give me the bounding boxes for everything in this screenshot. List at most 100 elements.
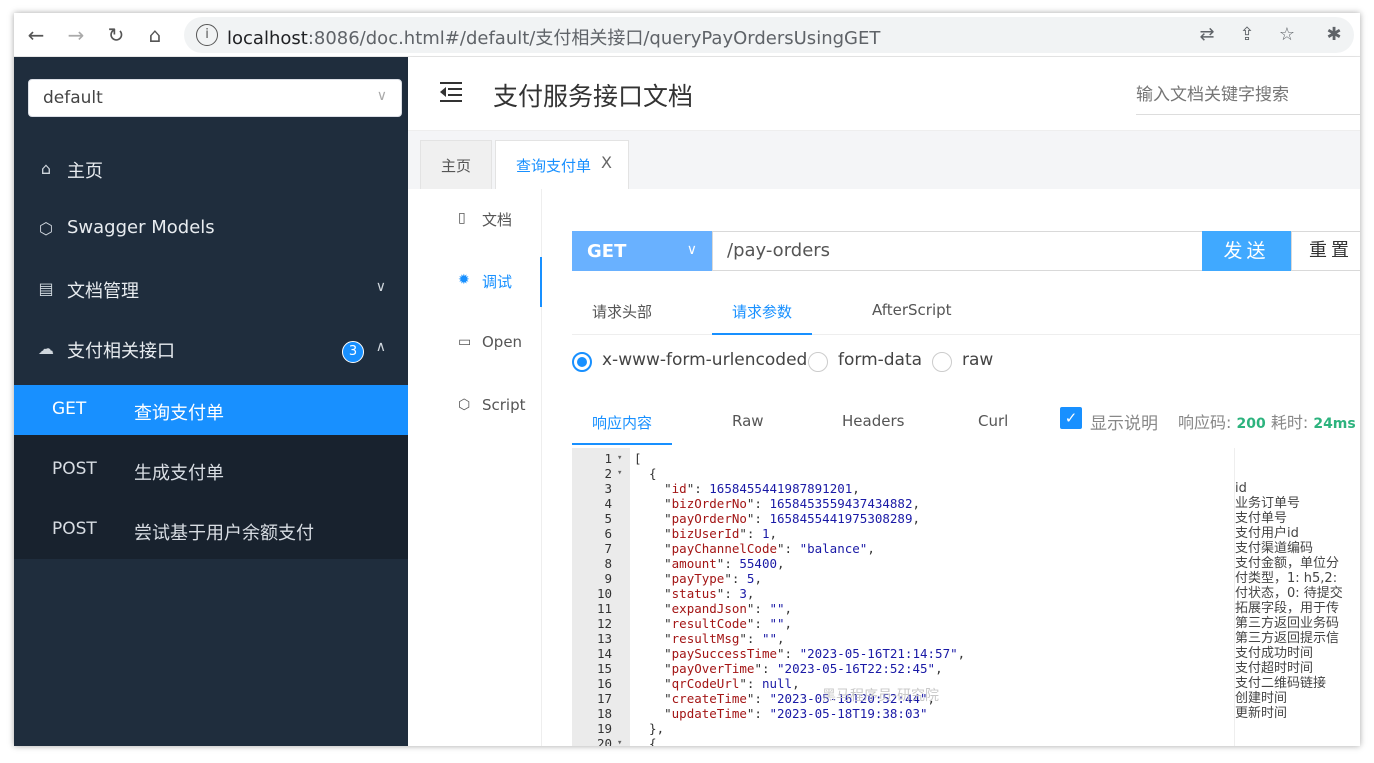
sidebar-item-pay-api[interactable]: ☁ 支付相关接口 3 ∧ bbox=[14, 319, 408, 379]
json-key: bizOrderNo bbox=[671, 496, 747, 511]
description-column: id 业务订单号 支付单号 支付用户id 支付渠道编码 支付金额，单位分 付类型，1: h5… bbox=[1234, 448, 1360, 746]
reload-icon[interactable]: ↻ bbox=[102, 21, 130, 49]
tab-afterscript[interactable]: AfterScript bbox=[852, 287, 972, 335]
sidebar-item-doc-manage[interactable]: ▤ 文档管理 ∨ bbox=[14, 259, 408, 319]
json-key: bizUserId bbox=[671, 526, 740, 541]
chevron-down-icon: ∨ bbox=[376, 88, 387, 104]
open-doc-icon: ▭ bbox=[458, 334, 472, 350]
search-input[interactable] bbox=[1136, 77, 1360, 113]
tab-curl[interactable]: Curl bbox=[958, 397, 1038, 445]
vtab-open[interactable]: ▭ Open bbox=[408, 319, 542, 369]
extensions-icon[interactable]: ✱ bbox=[1322, 23, 1346, 47]
sidebar-item-home[interactable]: ⌂ 主页 bbox=[14, 139, 408, 199]
chevron-down-icon: ∨ bbox=[686, 242, 697, 258]
fold-toggle-icon[interactable]: ▾ bbox=[617, 466, 622, 481]
http-method: POST bbox=[52, 459, 97, 479]
radio-circle bbox=[572, 352, 592, 372]
home-icon[interactable]: ⌂ bbox=[141, 21, 169, 49]
info-icon[interactable]: i bbox=[196, 24, 218, 46]
code-line: }, bbox=[634, 721, 664, 736]
code-line: "payChannelCode": "balance", bbox=[634, 541, 875, 556]
address-bar[interactable]: i localhost:8086/doc.html#/default/支付相关接… bbox=[184, 17, 1354, 53]
code-line: "bizUserId": 1, bbox=[634, 526, 778, 541]
line-number: 17 bbox=[596, 691, 612, 706]
tab-raw[interactable]: Raw bbox=[712, 397, 792, 445]
tab-label: Curl bbox=[978, 412, 1009, 430]
field-description: 支付超时时间 bbox=[1235, 661, 1314, 676]
tab-request-params[interactable]: 请求参数 bbox=[712, 287, 812, 335]
code-line: "updateTime": "2023-05-18T19:38:03" bbox=[634, 706, 928, 721]
url-text[interactable]: localhost:8086/doc.html#/default/支付相关接口/… bbox=[227, 24, 880, 50]
line-number: 4 bbox=[604, 496, 612, 511]
tab-label: 请求头部 bbox=[592, 303, 653, 321]
code-line: "payOrderNo": 1658455441975308289, bbox=[634, 511, 921, 526]
json-key: resultMsg bbox=[671, 631, 740, 646]
tab-request-headers[interactable]: 请求头部 bbox=[572, 287, 692, 335]
json-key: qrCodeUrl bbox=[671, 676, 740, 691]
method-select[interactable]: GET ∨ bbox=[572, 231, 712, 271]
code-line: "paySuccessTime": "2023-05-16T21:14:57", bbox=[634, 646, 966, 661]
param-tabs: 请求头部 请求参数 AfterScript bbox=[572, 287, 1360, 335]
forward-icon[interactable]: → bbox=[62, 21, 90, 49]
json-value: 1658453559437434882 bbox=[769, 496, 913, 511]
group-select[interactable]: default ∨ bbox=[28, 79, 402, 117]
tab-response-content[interactable]: 响应内容 bbox=[572, 397, 672, 445]
code-line: { bbox=[634, 466, 657, 481]
bookmark-star-icon[interactable]: ☆ bbox=[1275, 23, 1299, 47]
line-number: 8 bbox=[604, 556, 612, 571]
time-value: 24ms bbox=[1313, 416, 1356, 432]
bug-icon: ✹ bbox=[458, 272, 470, 288]
vtab-debug[interactable]: ✹ 调试 bbox=[408, 257, 542, 307]
json-value: 1 bbox=[761, 526, 770, 541]
json-value: 1658455441975308289 bbox=[769, 511, 913, 526]
code-line: "amount": 55400, bbox=[634, 556, 785, 571]
page-title: 支付服务接口文档 bbox=[493, 82, 694, 111]
show-desc-checkbox[interactable]: ✓ bbox=[1060, 407, 1082, 429]
request-path-input[interactable]: /pay-orders bbox=[712, 231, 1204, 271]
code-text: [ bbox=[634, 451, 642, 466]
radio-label: x-www-form-urlencoded bbox=[602, 350, 808, 370]
sidebar: default ∨ ⌂ 主页 ⬡ Swagger Models ▤ 文档管理 ∨… bbox=[14, 57, 408, 746]
api-item-balance-pay[interactable]: POST 尝试基于用户余额支付 bbox=[14, 505, 408, 555]
field-description: 第三方返回业务码 bbox=[1235, 616, 1340, 631]
json-value: "" bbox=[769, 601, 785, 616]
json-key: id bbox=[671, 481, 687, 496]
back-icon[interactable]: ← bbox=[22, 21, 50, 49]
count-badge: 3 bbox=[342, 341, 364, 363]
cube-icon: ⬡ bbox=[39, 219, 53, 238]
sidebar-item-swagger-models[interactable]: ⬡ Swagger Models bbox=[14, 199, 408, 259]
code-text: }, bbox=[634, 721, 665, 736]
radio-label: form-data bbox=[838, 350, 923, 370]
json-value: 55400 bbox=[739, 556, 778, 571]
tab-home[interactable]: 主页 bbox=[420, 140, 492, 189]
field-description: 支付成功时间 bbox=[1235, 646, 1314, 661]
sidebar-item-label: 文档管理 bbox=[67, 281, 139, 302]
reset-button[interactable]: 重置 bbox=[1291, 231, 1360, 271]
api-item-query-pay-orders[interactable]: GET 查询支付单 bbox=[14, 385, 408, 435]
vtab-doc[interactable]: ▯ 文档 bbox=[408, 195, 542, 245]
field-description: 更新时间 bbox=[1235, 706, 1288, 721]
send-button[interactable]: 发送 bbox=[1202, 231, 1291, 271]
tab-headers[interactable]: Headers bbox=[822, 397, 922, 445]
response-tabs: 响应内容 Raw Headers Curl ✓ 显示说明 响应码: 200 耗时… bbox=[572, 397, 1360, 447]
line-number: 7 bbox=[604, 541, 612, 556]
response-editor[interactable]: 1▾2▾34567891011121314151617181920▾21 [ {… bbox=[572, 448, 1360, 746]
code-text: { bbox=[634, 466, 657, 481]
close-icon[interactable]: X bbox=[601, 153, 612, 172]
http-method: GET bbox=[52, 399, 87, 419]
menu-toggle-icon[interactable] bbox=[440, 81, 464, 103]
line-number: 12 bbox=[596, 616, 612, 631]
tab-label: 请求参数 bbox=[732, 303, 793, 321]
api-item-create-pay-order[interactable]: POST 生成支付单 bbox=[14, 445, 408, 495]
share-icon[interactable]: ⇪ bbox=[1235, 23, 1259, 47]
translate-icon[interactable]: ⇄ bbox=[1195, 23, 1219, 47]
json-value: "2023-05-16T22:52:45" bbox=[777, 661, 936, 676]
fold-toggle-icon[interactable]: ▾ bbox=[617, 451, 622, 466]
sidebar-item-label: 支付相关接口 bbox=[67, 341, 175, 362]
doc-search[interactable] bbox=[1136, 77, 1360, 115]
fold-toggle-icon[interactable]: ▾ bbox=[617, 736, 622, 746]
tab-query-pay-orders[interactable]: 查询支付单 X bbox=[495, 140, 629, 189]
field-description: 业务订单号 bbox=[1235, 496, 1301, 511]
json-value: "2023-05-16T21:14:57" bbox=[799, 646, 958, 661]
vtab-script[interactable]: ⬡ Script bbox=[408, 382, 542, 432]
